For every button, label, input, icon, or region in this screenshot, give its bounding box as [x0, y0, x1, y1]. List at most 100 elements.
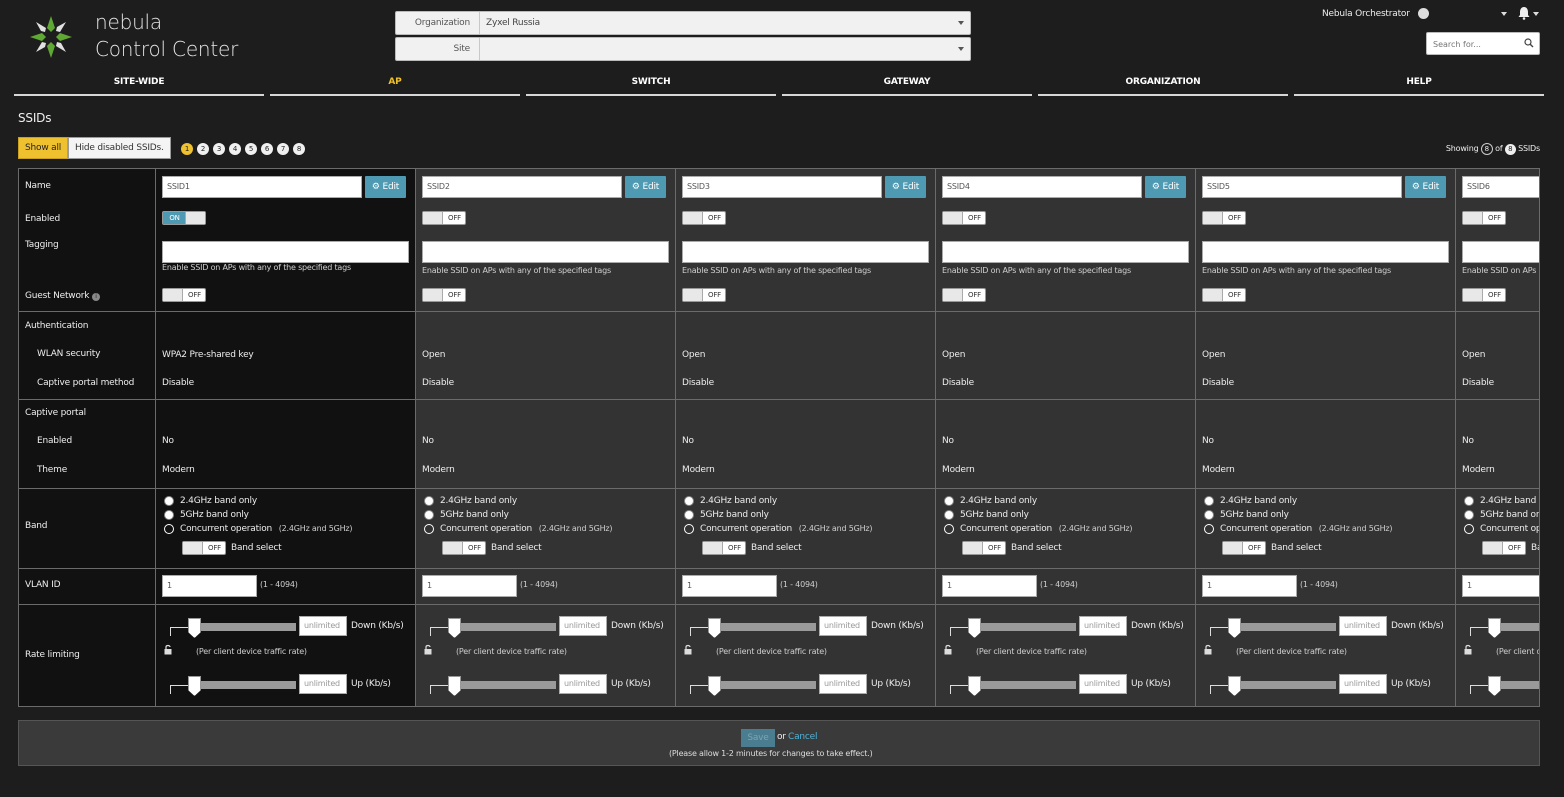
tagging-input[interactable]	[162, 241, 409, 263]
tagging-input[interactable]	[1202, 241, 1449, 263]
ssid-name-input[interactable]: SSID2	[422, 176, 622, 198]
band-24-radio[interactable]	[1204, 496, 1214, 506]
enabled-toggle[interactable]: ON	[162, 211, 206, 225]
page-5[interactable]: 5	[245, 143, 257, 155]
down-rate-value[interactable]: unlimited	[299, 616, 347, 636]
up-rate-handle[interactable]	[1228, 676, 1241, 696]
band-select-toggle[interactable]: OFF	[702, 541, 746, 555]
down-rate-handle[interactable]	[708, 618, 721, 638]
tab-help[interactable]: HELP	[1294, 74, 1544, 96]
guest-network-toggle[interactable]: OFF	[1462, 288, 1506, 302]
enabled-toggle[interactable]: OFF	[1462, 211, 1506, 225]
down-rate-track[interactable]	[974, 623, 1076, 631]
tagging-input[interactable]	[422, 241, 669, 263]
band-24-radio[interactable]	[944, 496, 954, 506]
edit-ssid-button[interactable]: ⚙ Edit	[365, 176, 406, 198]
page-7[interactable]: 7	[277, 143, 289, 155]
page-4[interactable]: 4	[229, 143, 241, 155]
hide-disabled-button[interactable]: Hide disabled SSIDs.	[68, 137, 171, 159]
page-8[interactable]: 8	[293, 143, 305, 155]
vlan-id-input[interactable]: 1	[1202, 575, 1297, 597]
edit-ssid-button[interactable]: ⚙ Edit	[625, 176, 666, 198]
guest-network-toggle[interactable]: OFF	[422, 288, 466, 302]
edit-ssid-button[interactable]: ⚙ Edit	[885, 176, 926, 198]
band-5-radio[interactable]	[684, 510, 694, 520]
band-5-radio[interactable]	[1464, 510, 1474, 520]
show-all-button[interactable]: Show all	[18, 137, 69, 159]
app-logo[interactable]	[28, 14, 74, 60]
up-rate-value[interactable]: unlimited	[1339, 674, 1387, 694]
tab-ap[interactable]: AP	[270, 74, 520, 96]
up-rate-track[interactable]	[194, 681, 296, 689]
page-1[interactable]: 1	[181, 143, 193, 155]
up-rate-handle[interactable]	[708, 676, 721, 696]
tab-switch[interactable]: SWITCH	[526, 74, 776, 96]
ssid-name-input[interactable]: SSID3	[682, 176, 882, 198]
account-dropdown-icon[interactable]	[1501, 12, 1507, 16]
band-24-radio[interactable]	[684, 496, 694, 506]
page-6[interactable]: 6	[261, 143, 273, 155]
band-concurrent-radio[interactable]	[684, 524, 694, 534]
site-select[interactable]: Site	[395, 37, 971, 61]
page-2[interactable]: 2	[197, 143, 209, 155]
down-rate-handle[interactable]	[1488, 618, 1501, 638]
tab-site-wide[interactable]: SITE-WIDE	[14, 74, 264, 96]
band-select-toggle[interactable]: OFF	[1222, 541, 1266, 555]
band-concurrent-radio[interactable]	[1464, 524, 1474, 534]
band-5-radio[interactable]	[944, 510, 954, 520]
band-24-radio[interactable]	[1464, 496, 1474, 506]
organization-select[interactable]: Organization Zyxel Russia	[395, 11, 971, 35]
down-rate-value[interactable]: unlimited	[1339, 616, 1387, 636]
up-rate-track[interactable]	[714, 681, 816, 689]
tab-gateway[interactable]: GATEWAY	[782, 74, 1032, 96]
guest-network-toggle[interactable]: OFF	[682, 288, 726, 302]
tab-organization[interactable]: ORGANIZATION	[1038, 74, 1288, 96]
down-rate-handle[interactable]	[188, 618, 201, 638]
tagging-input[interactable]	[1462, 241, 1539, 263]
band-select-toggle[interactable]: OFF	[442, 541, 486, 555]
search-input[interactable]	[1433, 37, 1519, 51]
up-rate-handle[interactable]	[968, 676, 981, 696]
bell-dropdown-icon[interactable]	[1533, 12, 1539, 16]
down-rate-track[interactable]	[1234, 623, 1336, 631]
info-icon[interactable]: i	[91, 293, 100, 301]
ssid-name-input[interactable]: SSID4	[942, 176, 1142, 198]
band-concurrent-radio[interactable]	[1204, 524, 1214, 534]
down-rate-handle[interactable]	[968, 618, 981, 638]
up-rate-value[interactable]: unlimited	[299, 674, 347, 694]
cancel-link[interactable]: Cancel	[788, 732, 817, 742]
down-rate-track[interactable]	[194, 623, 296, 631]
up-rate-track[interactable]	[1234, 681, 1336, 689]
ssid-name-input[interactable]: SSID6	[1462, 176, 1539, 198]
guest-network-toggle[interactable]: OFF	[162, 288, 206, 302]
up-rate-value[interactable]: unlimited	[819, 674, 867, 694]
down-rate-track[interactable]	[454, 623, 556, 631]
guest-network-toggle[interactable]: OFF	[1202, 288, 1246, 302]
enabled-toggle[interactable]: OFF	[682, 211, 726, 225]
band-select-toggle[interactable]: OFF	[962, 541, 1006, 555]
down-rate-value[interactable]: unlimited	[819, 616, 867, 636]
band-24-radio[interactable]	[164, 496, 174, 506]
edit-ssid-button[interactable]: ⚙ Edit	[1405, 176, 1446, 198]
up-rate-track[interactable]	[454, 681, 556, 689]
vlan-id-input[interactable]: 1	[682, 575, 777, 597]
lock-open-icon[interactable]	[944, 644, 953, 655]
save-button[interactable]: Save	[741, 729, 775, 747]
notifications-bell-icon[interactable]	[1517, 6, 1531, 20]
band-concurrent-radio[interactable]	[424, 524, 434, 534]
vlan-id-input[interactable]: 1	[162, 575, 257, 597]
down-rate-handle[interactable]	[448, 618, 461, 638]
lock-open-icon[interactable]	[684, 644, 693, 655]
band-select-toggle[interactable]: OFF	[182, 541, 226, 555]
search-box[interactable]	[1426, 32, 1540, 55]
down-rate-value[interactable]: unlimited	[1079, 616, 1127, 636]
lock-open-icon[interactable]	[164, 644, 173, 655]
vlan-id-input[interactable]: 1	[1462, 575, 1539, 597]
down-rate-value[interactable]: unlimited	[559, 616, 607, 636]
tagging-input[interactable]	[942, 241, 1189, 263]
tagging-input[interactable]	[682, 241, 929, 263]
vlan-id-input[interactable]: 1	[422, 575, 517, 597]
enabled-toggle[interactable]: OFF	[942, 211, 986, 225]
band-5-radio[interactable]	[1204, 510, 1214, 520]
band-5-radio[interactable]	[424, 510, 434, 520]
